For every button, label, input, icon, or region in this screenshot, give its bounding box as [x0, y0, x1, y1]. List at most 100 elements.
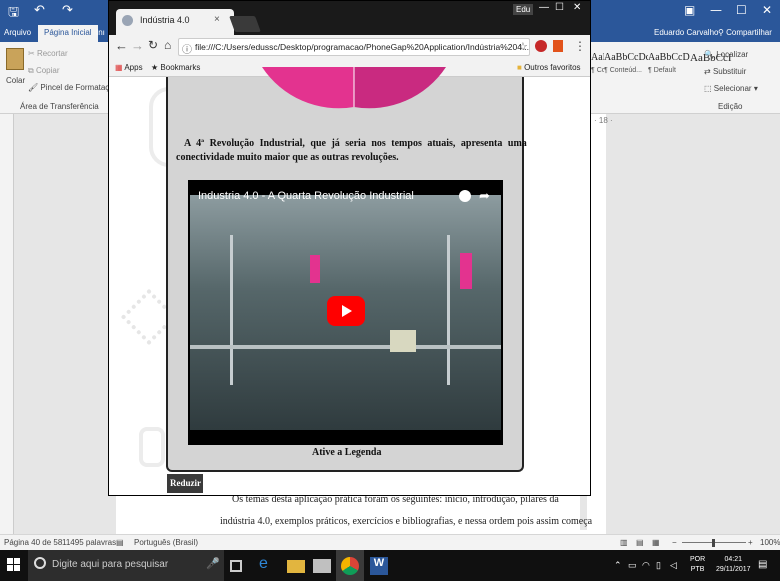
tab-close-icon[interactable]: ×: [214, 14, 220, 25]
tab-title: Indústria 4.0: [140, 15, 190, 25]
clock[interactable]: 04:21 29/11/2017: [716, 555, 751, 575]
control-box: [390, 330, 416, 352]
chrome-tab[interactable]: Indústria 4.0 ×: [116, 9, 234, 35]
chrome-close-button[interactable]: ✕: [573, 2, 581, 13]
tab-inserir[interactable]: Inı: [96, 28, 105, 37]
pie-graphic: [262, 67, 446, 109]
youtube-play-button[interactable]: [327, 296, 365, 326]
other-bookmarks[interactable]: ■ Outros favoritos: [517, 63, 581, 72]
play-icon: [342, 305, 352, 317]
chrome-taskbar-icon[interactable]: [341, 557, 359, 575]
office-extension-icon[interactable]: [553, 40, 563, 52]
address-bar[interactable]: ⓘ file:///C:/Users/edussc/Desktop/progra…: [178, 38, 530, 56]
word-maximize-button[interactable]: ☐: [736, 3, 747, 17]
extension-icon[interactable]: [535, 40, 547, 52]
language-status[interactable]: Português (Brasil): [134, 538, 198, 547]
file-explorer-icon[interactable]: [287, 560, 305, 573]
paragraph-line-2: conectividade muito maior que as outras …: [176, 152, 399, 163]
pink-part-2: [460, 253, 472, 289]
word-status-bar: Página 40 de 58 11495 palavras ▤ Portugu…: [0, 534, 780, 550]
paste-icon[interactable]: [6, 48, 24, 70]
zoom-slider-thumb[interactable]: [712, 539, 715, 547]
new-tab-button[interactable]: [229, 16, 261, 32]
cortana-icon: [34, 557, 46, 569]
people-icon[interactable]: ⌃: [614, 560, 622, 570]
reduce-button[interactable]: Reduzir: [167, 474, 203, 493]
document-line-2: indústria 4.0, exemplos práticos, exercí…: [220, 516, 593, 527]
chrome-menu-icon[interactable]: ⋮: [574, 39, 586, 53]
star-icon: ★: [151, 63, 159, 72]
microphone-icon[interactable]: 🎤: [206, 557, 220, 570]
clipboard-group-label: Área de Transferência: [20, 102, 99, 111]
style-conteudo-2[interactable]: AaBbCcDc ¶ Conteúd...: [604, 52, 652, 90]
word-taskbar-icon[interactable]: W: [370, 557, 388, 575]
network-tray-icon[interactable]: ▭: [628, 560, 637, 570]
folder-icon: ■: [517, 63, 522, 72]
apps-icon: ▦: [115, 63, 123, 72]
bookmark-star-icon[interactable]: ☆: [518, 40, 528, 53]
store-icon[interactable]: [313, 559, 331, 573]
word-minimize-button[interactable]: —: [710, 3, 722, 17]
input-language[interactable]: POR PTB: [690, 555, 705, 575]
taskbar-search[interactable]: Digite aqui para pesquisar 🎤: [28, 550, 224, 581]
url-text: file:///C:/Users/edussc/Desktop/programa…: [195, 42, 530, 52]
save-icon[interactable]: 🖫: [8, 3, 19, 25]
page-count[interactable]: Página 40 de 58: [4, 538, 62, 547]
zoom-in-icon[interactable]: +: [748, 538, 753, 547]
zoom-level[interactable]: 100%: [760, 538, 780, 547]
caption-label: Ative a Legenda: [312, 447, 382, 458]
share-button[interactable]: ⚲ Compartilhar: [718, 28, 772, 37]
edge-icon[interactable]: e: [259, 555, 277, 573]
taskbar: Digite aqui para pesquisar 🎤 e W ⌃ ▭ ◠ ▯…: [0, 550, 780, 581]
home-icon[interactable]: ⌂: [164, 38, 171, 52]
chrome-user-badge[interactable]: Edu: [513, 4, 534, 15]
redo-icon[interactable]: ↷: [62, 3, 73, 18]
select-button[interactable]: ⬚ Selecionar ▾: [704, 84, 758, 93]
format-painter-button[interactable]: 🖌 Pincel de Formatação: [28, 83, 118, 92]
ribbon-display-icon[interactable]: ▣: [684, 3, 695, 17]
forward-icon[interactable]: →: [131, 38, 144, 53]
info-icon[interactable]: ⓘ: [182, 41, 192, 55]
ruler-mark: · 18 ·: [594, 116, 613, 125]
print-layout-icon[interactable]: ▤: [636, 538, 644, 547]
tab-arquivo[interactable]: Arquivo: [4, 28, 31, 37]
editing-group-label: Edição: [718, 102, 743, 111]
bookmarks-link[interactable]: ★ Bookmarks: [151, 63, 200, 72]
web-layout-icon[interactable]: ▦: [652, 538, 660, 547]
conveyor-rail: [190, 345, 501, 349]
word-close-button[interactable]: ✕: [762, 3, 772, 17]
apps-bookmark[interactable]: ▦ Apps: [115, 63, 143, 72]
find-button[interactable]: 🔍 Localizar: [704, 50, 748, 59]
chrome-maximize-button[interactable]: ☐: [555, 2, 564, 13]
user-name: Eduardo Carvalho: [654, 28, 719, 37]
word-count[interactable]: 11495 palavras: [62, 538, 116, 547]
worker-bg-icon: [139, 427, 165, 467]
chrome-minimize-button[interactable]: —: [539, 2, 549, 13]
tab-favicon-icon: [122, 15, 133, 26]
video-title[interactable]: Industria 4.0 - A Quarta Revolução Indus…: [198, 190, 414, 202]
windows-start-icon[interactable]: [7, 558, 21, 572]
reload-icon[interactable]: ↻: [148, 38, 158, 52]
task-view-icon[interactable]: [230, 560, 242, 572]
undo-icon[interactable]: ↶: [34, 3, 45, 18]
wifi-tray-icon[interactable]: ◠: [642, 560, 650, 570]
cut-button[interactable]: ✂ Recortar: [28, 49, 68, 58]
style-default[interactable]: AaBbCcDc ¶ Default: [648, 52, 696, 90]
vertical-ruler: [0, 114, 14, 534]
paragraph-line-1: A 4ª Revolução Industrial, que já seria …: [184, 138, 527, 149]
watch-later-icon[interactable]: [459, 190, 471, 202]
volume-tray-icon[interactable]: ◁: [670, 560, 677, 570]
share-icon[interactable]: ➦: [479, 188, 490, 204]
replace-button[interactable]: ⇄ Substituir: [704, 67, 746, 76]
battery-tray-icon[interactable]: ▯: [656, 560, 661, 570]
read-mode-icon[interactable]: ▥: [620, 538, 628, 547]
back-icon[interactable]: ←: [115, 38, 128, 53]
paste-button[interactable]: Colar: [6, 76, 25, 85]
pink-part-1: [310, 255, 320, 283]
tab-pagina-inicial[interactable]: Página Inicial: [38, 25, 98, 42]
proofing-icon[interactable]: ▤: [116, 538, 124, 547]
zoom-out-icon[interactable]: −: [672, 538, 677, 547]
notifications-icon[interactable]: ▤: [758, 560, 767, 570]
copy-button[interactable]: ⧉ Copiar: [28, 66, 60, 76]
search-placeholder: Digite aqui para pesquisar: [52, 559, 169, 570]
